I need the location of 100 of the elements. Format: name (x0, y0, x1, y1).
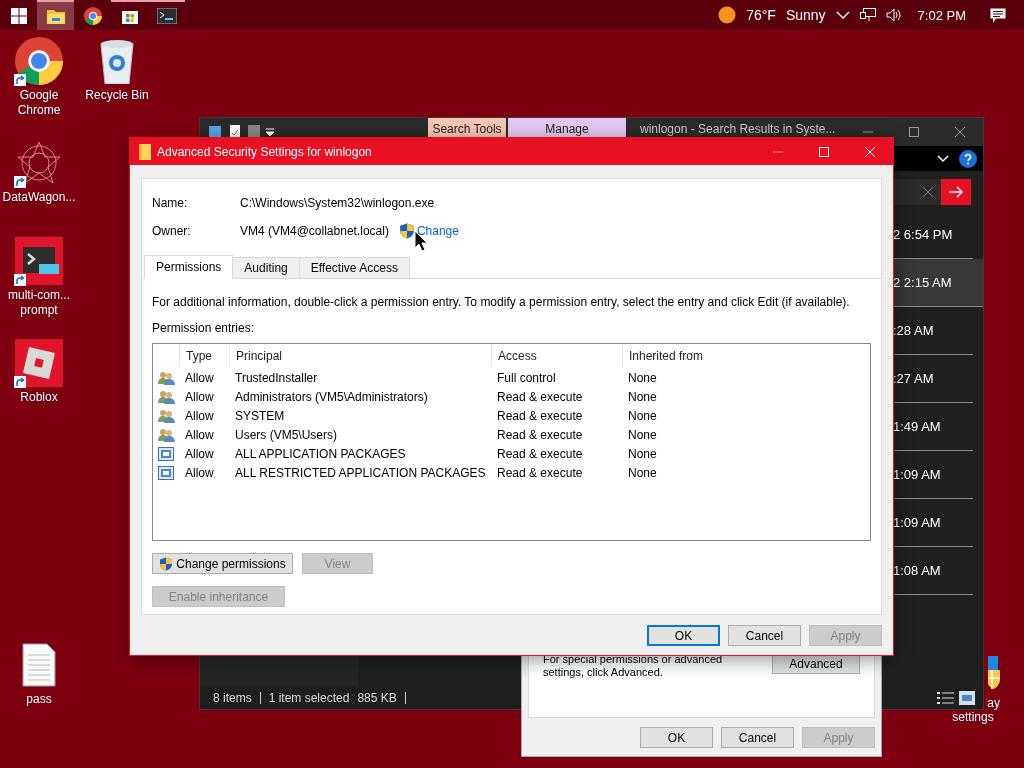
users-icon (157, 408, 175, 423)
info-text: For additional information, double-click a permission entry. To modify a permission entry, select the entry and click Edit (if available). (152, 295, 851, 309)
table-cell-text: Administrators (VM5\Administrators) (234, 389, 429, 404)
drive-icon (208, 125, 222, 139)
maximize-icon (819, 146, 829, 157)
table-cell-text: Read & execute (496, 465, 584, 480)
desktop-icon-label[interactable]: Google Chrome (1, 88, 77, 118)
chevron-down-icon[interactable] (937, 154, 949, 163)
package-icon (158, 465, 174, 480)
field-label: Name: (152, 196, 189, 210)
table-cell-text: Allow (184, 465, 215, 480)
table-cell-text: None (627, 446, 658, 461)
window-title: winlogon - Search Results in Syste... (640, 122, 836, 136)
tab[interactable]: Auditing (232, 257, 300, 278)
date-modified: :27 AM (893, 371, 935, 386)
desktop-icon-label[interactable]: pass (1, 692, 77, 707)
date-modified: 1:49 AM (893, 419, 942, 434)
thumbnail-view-icon[interactable] (959, 690, 975, 705)
table-cell-text: None (627, 427, 658, 442)
chrome-icon (15, 37, 63, 85)
selection-status: 1 item selected (268, 690, 350, 705)
table-cell-text: Allow (184, 446, 215, 461)
table-cell-text: Read & execute (496, 389, 584, 404)
table-cell-text: Read & execute (496, 446, 584, 461)
table-cell-text: Read & execute (496, 408, 584, 423)
tab[interactable]: Effective Access (298, 257, 410, 278)
dropdown-icon (266, 128, 274, 136)
maximize-icon (909, 127, 919, 137)
weather-condition: Sunny (785, 7, 826, 23)
table-cell-text: Full control (496, 370, 557, 385)
users-icon (157, 427, 175, 442)
clear-icon (923, 187, 933, 197)
volume-icon[interactable] (885, 8, 902, 22)
desktop-icon-label[interactable]: DataWagon... (1, 190, 77, 205)
close-icon (955, 127, 965, 137)
table-cell-text: None (627, 465, 658, 480)
desktop-icon-label[interactable]: Recycle Bin (79, 88, 155, 103)
tab[interactable]: Permissions (144, 255, 234, 279)
prompt-icon (15, 237, 63, 285)
dialog-button[interactable]: Cancel (728, 625, 801, 646)
folder-icon (139, 143, 151, 160)
star-web-icon (16, 140, 62, 186)
search-go-button[interactable] (941, 179, 971, 205)
table-cell-text: Allow (184, 389, 215, 404)
table-cell-text: Allow (184, 370, 215, 385)
window-title: Advanced Security Settings for winlogon (157, 144, 373, 159)
date-modified: 2 6:54 PM (893, 227, 954, 242)
table-cell-text: Read & execute (496, 427, 584, 442)
column-header[interactable]: Principal (229, 344, 491, 367)
folder-icon (46, 8, 65, 24)
action-button[interactable]: Change permissions (152, 553, 293, 574)
column-header[interactable]: Inherited from (622, 344, 872, 367)
windows-logo-icon[interactable] (10, 8, 27, 24)
table-cell-text: None (627, 370, 658, 385)
sun-icon (718, 6, 737, 24)
item-count: 8 items (213, 690, 252, 705)
shield-icon (159, 556, 174, 571)
terminal-icon (156, 8, 177, 24)
file-path: C:\Windows\System32\winlogon.exe (240, 196, 435, 210)
change-owner-link[interactable]: Change (416, 224, 459, 238)
table-cell-text: TrustedInstaller (234, 370, 319, 385)
field-label: Owner: (152, 224, 192, 238)
clock[interactable]: 7:02 PM (917, 7, 966, 23)
table-cell-text: Users (VM5\Users) (234, 427, 338, 442)
date-modified: 1:09 AM (893, 467, 942, 482)
details-view-icon[interactable] (937, 690, 955, 705)
owner-name: VM4 (VM4@collabnet.local) (240, 224, 389, 238)
desktop-icon-label[interactable]: ay (987, 696, 1000, 710)
dialog-button[interactable]: Cancel (721, 727, 794, 748)
network-icon[interactable] (859, 8, 876, 22)
desktop-icon-label[interactable]: multi-com... prompt (1, 288, 77, 318)
document-icon (22, 643, 56, 687)
table-cell-text: ALL APPLICATION PACKAGES (234, 446, 407, 461)
table-cell-text: Allow (184, 408, 215, 423)
chevron-up-icon[interactable] (835, 11, 850, 19)
roblox-icon (15, 339, 63, 387)
package-icon (158, 446, 174, 461)
users-icon (157, 370, 175, 385)
help-icon[interactable] (959, 149, 977, 168)
table-cell-text: Allow (184, 427, 215, 442)
table-cell-text: ALL RESTRICTED APPLICATION PACKAGES (234, 465, 487, 480)
dialog-button[interactable]: OK (640, 727, 713, 748)
desktop-icon-label[interactable]: Roblox (1, 390, 77, 405)
table-cell-text: SYSTEM (234, 408, 286, 423)
date-modified: 2 2:15 AM (893, 275, 953, 290)
temperature: 76°F (746, 7, 776, 23)
dialog-button[interactable]: OK (647, 625, 720, 646)
column-header[interactable]: Access (491, 344, 622, 367)
notifications-icon[interactable] (990, 7, 1006, 23)
users-icon (157, 389, 175, 404)
date-modified: 1:08 AM (893, 563, 942, 578)
desktop-icon-label[interactable]: settings (952, 710, 994, 724)
date-modified: :28 AM (893, 323, 935, 338)
close-icon (865, 146, 875, 157)
selection-size: 885 KB (357, 690, 397, 705)
column-header[interactable]: Type (179, 344, 229, 367)
shield-icon (398, 223, 415, 239)
display-shield-icon (988, 656, 1000, 690)
table-cell-text: None (627, 408, 658, 423)
arrow-right-icon (949, 186, 963, 198)
